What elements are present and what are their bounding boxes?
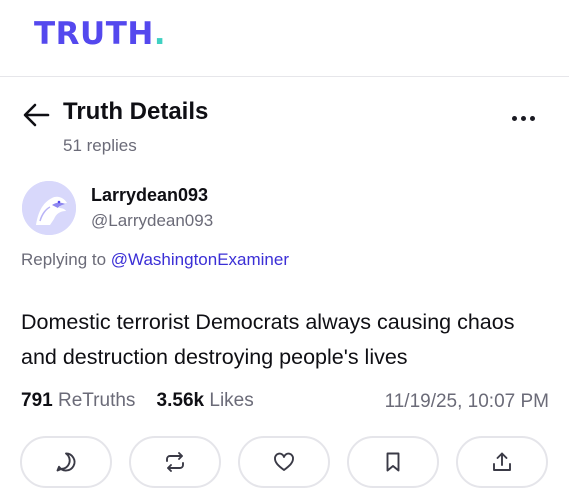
avatar[interactable]: [22, 181, 76, 235]
heart-icon: [274, 452, 294, 471]
action-bar: [20, 436, 550, 492]
top-bar: TRUTH.: [0, 0, 569, 77]
reply-icon: [56, 452, 76, 472]
arrow-left-icon[interactable]: [22, 102, 50, 128]
reply-count: 51 replies: [63, 136, 137, 155]
page-header: Truth Details 51 replies: [0, 96, 569, 166]
retruths-count[interactable]: 791: [21, 390, 53, 411]
more-horizontal-icon[interactable]: [512, 108, 544, 121]
eagle-avatar-icon: [22, 181, 76, 235]
retruth-button[interactable]: [129, 436, 221, 488]
replying-to-link[interactable]: @WashingtonExaminer: [111, 250, 289, 269]
retruths-label[interactable]: ReTruths: [58, 390, 135, 411]
likes-count[interactable]: 3.56k: [157, 390, 205, 411]
replying-to: Replying to @WashingtonExaminer: [21, 250, 289, 270]
post-text: Domestic terrorist Democrats always caus…: [21, 310, 515, 369]
replying-prefix: Replying to: [21, 250, 107, 269]
like-button[interactable]: [238, 436, 330, 488]
bookmark-icon: [386, 452, 400, 472]
likes-label[interactable]: Likes: [209, 390, 253, 411]
bookmark-button[interactable]: [347, 436, 439, 488]
post-timestamp: 11/19/25, 10:07 PM: [384, 391, 549, 412]
reply-button[interactable]: [20, 436, 112, 488]
share-icon: [493, 452, 511, 471]
truth-logo[interactable]: TRUTH.: [34, 16, 166, 52]
share-button[interactable]: [456, 436, 548, 488]
page-title: Truth Details: [63, 98, 209, 125]
retruth-icon: [166, 452, 184, 472]
author-handle[interactable]: @Larrydean093: [91, 211, 213, 231]
post-stats: 791 ReTruths 3.56k Likes: [21, 390, 254, 412]
author-name[interactable]: Larrydean093: [91, 185, 208, 206]
